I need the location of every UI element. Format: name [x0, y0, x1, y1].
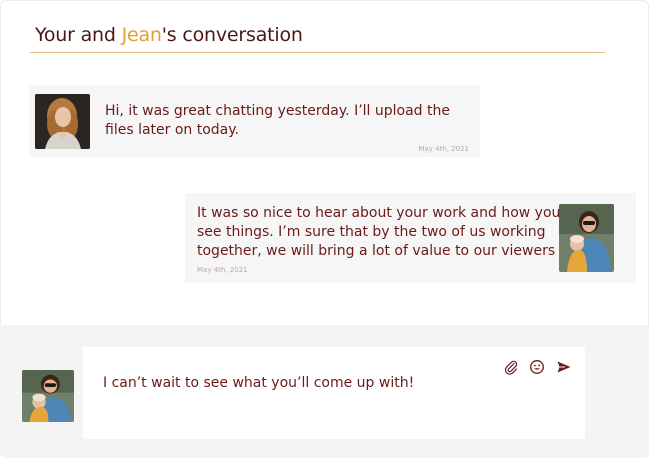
contact-name[interactable]: Jean	[122, 24, 162, 46]
paperclip-icon	[504, 360, 518, 375]
conversation-header: Your and Jean's conversation	[30, 22, 605, 53]
emoji-icon	[530, 360, 544, 374]
conversation-title: Your and Jean's conversation	[35, 24, 303, 46]
message-incoming: Hi, it was great chatting yesterday. I’l…	[29, 85, 480, 157]
user-avatar[interactable]	[559, 204, 614, 272]
avatar-woman-with-child-icon	[22, 370, 74, 422]
message-line: together, we will bring a lot of value t…	[197, 243, 556, 259]
message-composer	[83, 347, 585, 439]
message-timestamp: May 4th, 2021	[418, 145, 469, 153]
title-prefix: Your and	[35, 24, 122, 46]
message-text: It was so nice to hear about your work a…	[197, 204, 560, 261]
attach-button[interactable]	[503, 359, 519, 375]
send-icon	[557, 361, 571, 373]
avatar-woman-curly-hair-icon	[35, 94, 90, 149]
message-line: files later on today.	[105, 122, 239, 138]
message-line: see things. I’m sure that by the two of …	[197, 224, 546, 240]
composer-area	[0, 325, 649, 458]
message-timestamp: May 4th, 2021	[197, 266, 248, 274]
contact-avatar[interactable]	[35, 94, 90, 149]
title-suffix: 's conversation	[161, 24, 303, 46]
composer-avatar[interactable]	[22, 370, 74, 422]
send-button[interactable]	[556, 359, 572, 375]
message-line: Hi, it was great chatting yesterday. I’l…	[105, 103, 450, 119]
message-line: It was so nice to hear about your work a…	[197, 205, 561, 221]
chat-window: Your and Jean's conversation Hi, it was …	[0, 0, 649, 458]
emoji-button[interactable]	[529, 359, 545, 375]
message-text: Hi, it was great chatting yesterday. I’l…	[105, 102, 450, 140]
avatar-woman-with-child-icon	[559, 204, 614, 272]
message-outgoing: It was so nice to hear about your work a…	[185, 193, 636, 283]
message-input[interactable]	[103, 375, 493, 391]
